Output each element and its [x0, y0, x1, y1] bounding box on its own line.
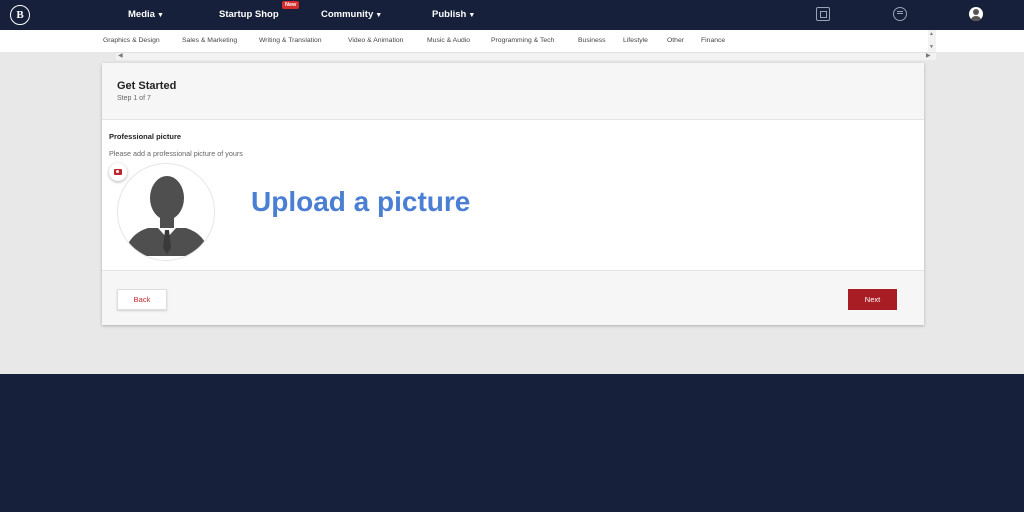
nav-media[interactable]: Media ▼: [128, 9, 164, 20]
category-vertical-scrollbar[interactable]: ▲ ▼: [928, 30, 936, 52]
chevron-down-icon: ▼: [468, 12, 476, 19]
person-silhouette-icon: [118, 164, 214, 260]
card-footer: Back Next: [102, 270, 924, 325]
category-graphics-design[interactable]: Graphics & Design: [103, 37, 160, 44]
category-video-animation[interactable]: Video & Animation: [348, 37, 403, 44]
brand-logo[interactable]: B: [10, 5, 30, 25]
chevron-down-icon: ▼: [156, 12, 164, 19]
grid-icon[interactable]: [816, 7, 830, 21]
scroll-right-icon[interactable]: ▶: [926, 52, 931, 59]
new-badge: New: [282, 1, 300, 9]
top-navbar: B Media ▼ Startup Shop New Community ▼ Pub…: [0, 0, 1024, 30]
category-finance[interactable]: Finance: [701, 37, 725, 44]
category-business[interactable]: Business: [578, 37, 606, 44]
nav-publish-label: Publish: [432, 9, 467, 20]
nav-community-label: Community: [321, 9, 374, 20]
nav-media-label: Media: [128, 9, 155, 20]
category-bar: Graphics & Design Sales & Marketing Writ…: [0, 30, 1024, 52]
chat-icon[interactable]: [893, 7, 907, 21]
camera-icon[interactable]: [109, 163, 127, 181]
nav-startup-shop[interactable]: Startup Shop: [219, 9, 279, 20]
user-avatar-icon[interactable]: [969, 7, 983, 21]
card-title: Get Started: [117, 80, 177, 92]
page-footer: [0, 374, 1024, 512]
scroll-left-icon[interactable]: ◀: [118, 52, 123, 59]
step-indicator: Step 1 of 7: [117, 95, 151, 102]
category-writing-translation[interactable]: Writing & Translation: [259, 37, 322, 44]
chevron-down-icon: ▼: [375, 12, 383, 19]
back-button[interactable]: Back: [117, 289, 167, 310]
field-help-text: Please add a professional picture of you…: [109, 149, 243, 158]
upload-picture-heading[interactable]: Upload a picture: [251, 186, 470, 218]
profile-picture-placeholder[interactable]: [117, 163, 215, 261]
next-button[interactable]: Next: [848, 289, 897, 310]
scroll-down-icon[interactable]: ▼: [929, 44, 934, 50]
category-sales-marketing[interactable]: Sales & Marketing: [182, 37, 237, 44]
category-programming-tech[interactable]: Programming & Tech: [491, 37, 554, 44]
card-header: Get Started Step 1 of 7: [102, 63, 924, 120]
nav-community[interactable]: Community ▼: [321, 9, 382, 20]
scroll-up-icon[interactable]: ▲: [929, 31, 934, 37]
nav-startup-shop-label: Startup Shop: [219, 9, 279, 20]
field-label: Professional picture: [109, 132, 182, 141]
category-horizontal-scrollbar[interactable]: ◀ ▶: [116, 52, 936, 60]
category-music-audio[interactable]: Music & Audio: [427, 37, 470, 44]
category-other[interactable]: Other: [667, 37, 684, 44]
nav-publish[interactable]: Publish ▼: [432, 9, 475, 20]
get-started-card: Get Started Step 1 of 7 Professional pic…: [102, 63, 924, 325]
category-lifestyle[interactable]: Lifestyle: [623, 37, 648, 44]
